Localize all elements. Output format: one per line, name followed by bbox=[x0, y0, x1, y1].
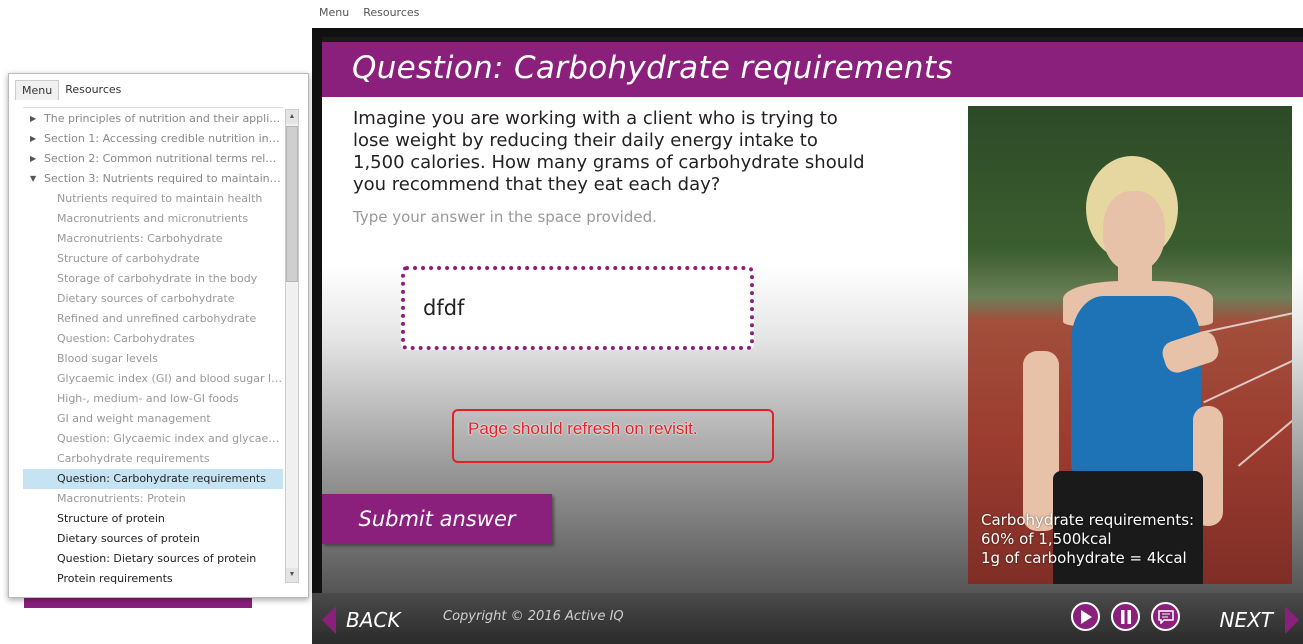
question-line: you recommend that they eat each day? bbox=[353, 174, 721, 195]
collapsed-arrow-icon[interactable]: ▶ bbox=[30, 109, 36, 129]
menu-scrollbar[interactable]: ▲ ▼ bbox=[285, 109, 299, 583]
speech-bubble-icon bbox=[1157, 609, 1174, 624]
menu-item-label: Glycaemic index (GI) and blood sugar lev… bbox=[57, 372, 283, 385]
next-button[interactable]: NEXT bbox=[1219, 606, 1299, 634]
menu-item-label: Storage of carbohydrate in the body bbox=[57, 272, 258, 285]
menu-item[interactable]: Blood sugar levels bbox=[23, 349, 283, 369]
menu-item-label: Question: Carbohydrates bbox=[57, 332, 195, 345]
answer-box bbox=[401, 266, 754, 350]
slide: Question: Carbohydrate requirements Imag… bbox=[322, 37, 1303, 593]
photo-caption: Carbohydrate requirements: 60% of 1,500k… bbox=[981, 511, 1194, 568]
slide-title: Question: Carbohydrate requirements bbox=[352, 50, 953, 86]
menu-item[interactable]: Protein requirements bbox=[23, 569, 283, 587]
review-annotation: Page should refresh on revisit. bbox=[452, 409, 774, 463]
copyright-text: Copyright © 2016 Active IQ bbox=[443, 609, 624, 624]
menu-item[interactable]: Dietary sources of carbohydrate bbox=[23, 289, 283, 309]
title-bar: Question: Carbohydrate requirements bbox=[322, 42, 1303, 97]
menu-item-label: The principles of nutrition and their ap… bbox=[44, 112, 283, 125]
menu-item-label: Section 3: Nutrients required to maintai… bbox=[44, 172, 283, 185]
menu-panel-tabs: Menu Resources bbox=[15, 80, 127, 100]
question-line: lose weight by reducing their daily ener… bbox=[353, 130, 818, 151]
pause-button[interactable] bbox=[1111, 602, 1140, 631]
menu-item-label: Structure of carbohydrate bbox=[57, 252, 200, 265]
play-button[interactable] bbox=[1071, 602, 1100, 631]
menu-item-label: Question: Carbohydrate requirements bbox=[57, 472, 266, 485]
menu-item[interactable]: GI and weight management bbox=[23, 409, 283, 429]
menu-item-label: GI and weight management bbox=[57, 412, 211, 425]
menu-item[interactable]: Macronutrients: Protein bbox=[23, 489, 283, 509]
menu-panel: Menu Resources ▶ The principles of nutrit… bbox=[8, 73, 309, 598]
menu-item-label: High-, medium- and low-GI foods bbox=[57, 392, 239, 405]
menu-item-label: Macronutrients: Carbohydrate bbox=[57, 232, 223, 245]
caption-line: 1g of carbohydrate = 4kcal bbox=[981, 549, 1187, 567]
menu-item-label: Carbohydrate requirements bbox=[57, 452, 210, 465]
menu-item[interactable]: Dietary sources of protein bbox=[23, 529, 283, 549]
menu-item[interactable]: ▶ The principles of nutrition and their a… bbox=[23, 109, 283, 129]
collapsed-arrow-icon[interactable]: ▶ bbox=[30, 149, 36, 169]
back-button[interactable]: BACK bbox=[322, 606, 400, 634]
caption-line: 60% of 1,500kcal bbox=[981, 530, 1112, 548]
player-top-tabs: Menu Resources bbox=[319, 6, 419, 19]
menu-item[interactable]: Macronutrients and micronutrients bbox=[23, 209, 283, 229]
menu-item[interactable]: Glycaemic index (GI) and blood sugar lev… bbox=[23, 369, 283, 389]
player-navbar: BACK Copyright © 2016 Active IQ NEXT bbox=[312, 593, 1303, 644]
menu-item-label: Section 2: Common nutritional terms rela… bbox=[44, 152, 283, 165]
menu-item[interactable]: Question: Glycaemic index and glycaemic … bbox=[23, 429, 283, 449]
menu-item-label: Macronutrients and micronutrients bbox=[57, 212, 249, 225]
menu-item[interactable]: Refined and unrefined carbohydrate bbox=[23, 309, 283, 329]
menu-item-label: Blood sugar levels bbox=[57, 352, 158, 365]
transcript-button[interactable] bbox=[1151, 602, 1180, 631]
course-player: Question: Carbohydrate requirements Imag… bbox=[312, 28, 1303, 644]
menu-item-label: Refined and unrefined carbohydrate bbox=[57, 312, 257, 325]
menu-panel-tab-resources[interactable]: Resources bbox=[59, 80, 127, 100]
menu-item[interactable]: High-, medium- and low-GI foods bbox=[23, 389, 283, 409]
menu-item[interactable]: Structure of carbohydrate bbox=[23, 249, 283, 269]
annotation-text: Page should refresh on revisit. bbox=[468, 419, 698, 438]
menu-item[interactable]: Carbohydrate requirements bbox=[23, 449, 283, 469]
question-text: Imagine you are working with a client wh… bbox=[353, 108, 893, 196]
next-arrow-icon bbox=[1285, 606, 1299, 634]
pause-icon bbox=[1120, 609, 1131, 624]
caption-line: Carbohydrate requirements: bbox=[981, 511, 1195, 529]
menu-item[interactable]: ▶ Section 2: Common nutritional terms rel… bbox=[23, 149, 283, 169]
menu-item[interactable]: ▼ Section 3: Nutrients required to mainta… bbox=[23, 169, 283, 189]
next-label: NEXT bbox=[1219, 608, 1273, 632]
menu-item[interactable]: Structure of protein bbox=[23, 509, 283, 529]
menu-item[interactable]: ▶ Section 1: Accessing credible nutrition… bbox=[23, 129, 283, 149]
back-label: BACK bbox=[346, 608, 401, 632]
runner-photo: Carbohydrate requirements: 60% of 1,500k… bbox=[968, 106, 1292, 584]
menu-item-label: Dietary sources of protein bbox=[57, 532, 200, 545]
menu-item-label: Question: Glycaemic index and glycaemic … bbox=[57, 432, 283, 445]
menu-item-label: Dietary sources of carbohydrate bbox=[57, 292, 235, 305]
resources-tab[interactable]: Resources bbox=[363, 6, 419, 19]
answer-input[interactable] bbox=[423, 296, 723, 320]
menu-item-label: Section 1: Accessing credible nutrition … bbox=[44, 132, 283, 145]
question-line: 1,500 calories. How many grams of carboh… bbox=[353, 152, 865, 173]
menu-item[interactable]: Question: Carbohydrates bbox=[23, 329, 283, 349]
menu-tab[interactable]: Menu bbox=[319, 6, 349, 19]
submit-answer-button[interactable]: Submit answer bbox=[322, 494, 552, 544]
menu-list: ▶ The principles of nutrition and their a… bbox=[23, 107, 283, 587]
menu-item[interactable]: Storage of carbohydrate in the body bbox=[23, 269, 283, 289]
obscured-submit-button bbox=[24, 598, 252, 608]
menu-item-label: Structure of protein bbox=[57, 512, 165, 525]
question-line: Imagine you are working with a client wh… bbox=[353, 108, 838, 129]
expanded-arrow-icon[interactable]: ▼ bbox=[30, 169, 36, 189]
instruction-text: Type your answer in the space provided. bbox=[353, 208, 657, 226]
menu-item-label: Protein requirements bbox=[57, 572, 173, 585]
scroll-up-icon[interactable]: ▲ bbox=[286, 110, 298, 124]
collapsed-arrow-icon[interactable]: ▶ bbox=[30, 129, 36, 149]
menu-item-label: Macronutrients: Protein bbox=[57, 492, 186, 505]
menu-item-label: Nutrients required to maintain health bbox=[57, 192, 263, 205]
menu-panel-tab-menu[interactable]: Menu bbox=[15, 80, 60, 100]
menu-item[interactable]: Nutrients required to maintain health bbox=[23, 189, 283, 209]
menu-item[interactable]: Macronutrients: Carbohydrate bbox=[23, 229, 283, 249]
back-arrow-icon bbox=[322, 606, 336, 634]
menu-item[interactable]: Question: Carbohydrate requirements bbox=[23, 469, 283, 489]
scroll-down-icon[interactable]: ▼ bbox=[286, 568, 298, 582]
play-icon bbox=[1080, 609, 1092, 624]
menu-item[interactable]: Question: Dietary sources of protein bbox=[23, 549, 283, 569]
menu-item-label: Question: Dietary sources of protein bbox=[57, 552, 257, 565]
scroll-thumb[interactable] bbox=[286, 126, 298, 282]
